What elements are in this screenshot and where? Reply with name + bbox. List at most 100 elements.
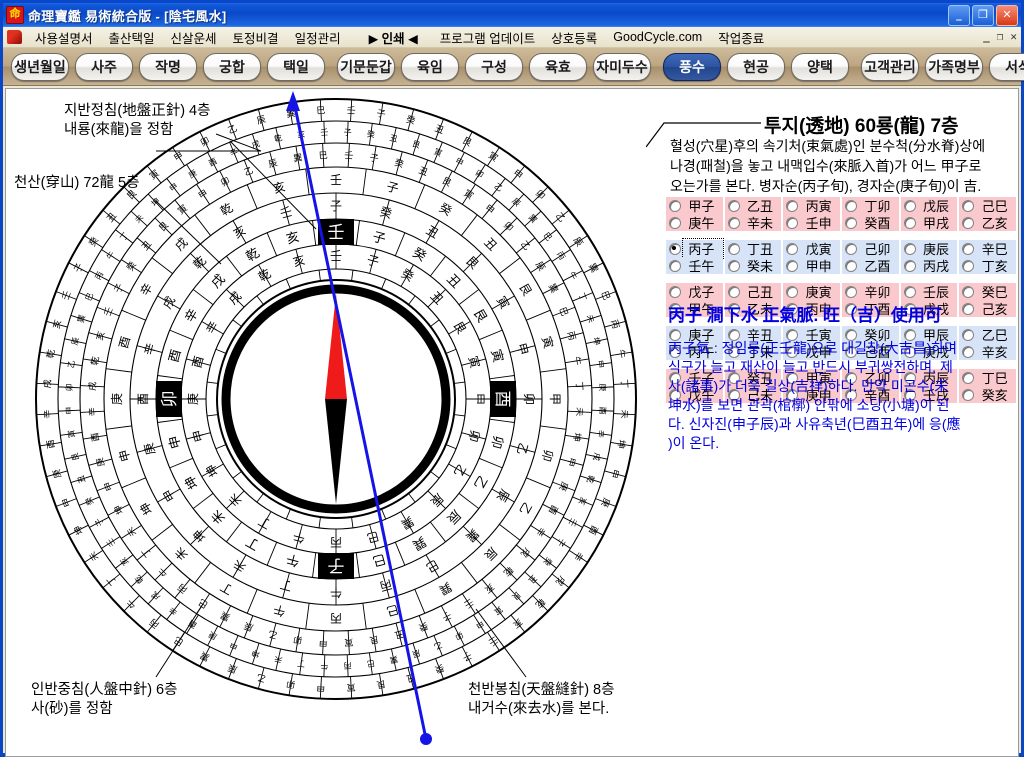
sexagenary-option-己巳[interactable]: 己巳 bbox=[959, 197, 1017, 214]
svg-text:酉: 酉 bbox=[136, 393, 150, 405]
sexagenary-option-戊寅[interactable]: 戊寅 bbox=[783, 240, 841, 257]
sexagenary-option-庚辰[interactable]: 庚辰 bbox=[900, 240, 958, 257]
radio-icon[interactable] bbox=[669, 285, 681, 298]
radio-icon[interactable] bbox=[845, 285, 858, 298]
radio-icon[interactable] bbox=[903, 259, 916, 272]
menu-item-update[interactable]: 프로그램 업데이트 bbox=[426, 28, 543, 47]
tab-family[interactable]: 가족명부 bbox=[925, 52, 983, 81]
sexagenary-option-丙寅[interactable]: 丙寅 bbox=[783, 197, 841, 214]
radio-icon[interactable] bbox=[669, 242, 681, 255]
sexagenary-option-癸未[interactable]: 癸未 bbox=[724, 257, 782, 274]
radio-icon[interactable] bbox=[727, 285, 740, 298]
mdi-restore-button[interactable]: ❐ bbox=[997, 30, 1004, 43]
tab-compat[interactable]: 궁합 bbox=[203, 52, 261, 81]
sexagenary-option-辛卯[interactable]: 辛卯 bbox=[842, 283, 899, 300]
radio-icon[interactable] bbox=[903, 216, 916, 229]
tab-naming[interactable]: 작명 bbox=[139, 52, 197, 81]
sexagenary-option-丁丑[interactable]: 丁丑 bbox=[724, 240, 782, 257]
maximize-button[interactable]: ❐ bbox=[972, 5, 994, 26]
sexagenary-option-丙戌[interactable]: 丙戌 bbox=[900, 257, 958, 274]
menu-item-manual[interactable]: 사용설명서 bbox=[27, 28, 101, 47]
radio-icon[interactable] bbox=[727, 242, 740, 255]
radio-icon[interactable] bbox=[962, 302, 975, 315]
sexagenary-option-丁亥[interactable]: 丁亥 bbox=[959, 257, 1017, 274]
sexagenary-option-辛巳[interactable]: 辛巳 bbox=[959, 240, 1017, 257]
luopan-compass-panel[interactable]: 壬子癸丑艮寅甲卯乙辰巽巳丙午丁未坤申庚酉辛戌乾亥子癸丑艮寅甲卯乙辰巽巳丙午丁未坤… bbox=[6, 89, 666, 756]
radio-icon[interactable] bbox=[962, 216, 975, 229]
svg-text:壬: 壬 bbox=[346, 105, 356, 116]
radio-icon[interactable] bbox=[845, 242, 858, 255]
radio-icon[interactable] bbox=[903, 285, 916, 298]
sexagenary-option-辛未[interactable]: 辛未 bbox=[724, 214, 782, 231]
sexagenary-option-己丑[interactable]: 己丑 bbox=[724, 283, 782, 300]
tab-hyeongong[interactable]: 현공 bbox=[727, 52, 785, 81]
sexagenary-option-庚午[interactable]: 庚午 bbox=[666, 214, 723, 231]
radio-icon[interactable] bbox=[669, 199, 681, 212]
menu-item-print[interactable]: ▶ 인쇄 ◀ bbox=[349, 28, 426, 47]
tab-birthdate[interactable]: 생년월일 bbox=[11, 52, 69, 81]
sexagenary-option-乙亥[interactable]: 乙亥 bbox=[959, 214, 1017, 231]
sexagenary-option-庚寅[interactable]: 庚寅 bbox=[783, 283, 841, 300]
tab-customers[interactable]: 고객관리 bbox=[861, 52, 919, 81]
radio-icon[interactable] bbox=[903, 242, 916, 255]
tab-guseong[interactable]: 구성 bbox=[465, 52, 523, 81]
sexagenary-option-乙酉[interactable]: 乙酉 bbox=[842, 257, 899, 274]
radio-icon[interactable] bbox=[786, 285, 799, 298]
sexagenary-option-己卯[interactable]: 己卯 bbox=[842, 240, 899, 257]
radio-icon[interactable] bbox=[962, 285, 975, 298]
sexagenary-option-丙子[interactable]: 丙子 bbox=[666, 238, 724, 259]
sexagenary-option-癸酉[interactable]: 癸酉 bbox=[842, 214, 899, 231]
radio-icon[interactable] bbox=[962, 199, 975, 212]
tab-forms[interactable]: 서식 bbox=[989, 52, 1024, 81]
mdi-close-button[interactable]: ✕ bbox=[1010, 30, 1017, 43]
detail-panel: 투지(透地) 60룡(龍) 7층 혈성(穴星)후의 속기처(束氣處)인 분수척(… bbox=[646, 89, 1018, 756]
radio-icon[interactable] bbox=[727, 259, 740, 272]
menu-item-fortune[interactable]: 신살운세 bbox=[163, 28, 225, 47]
tab-datepick[interactable]: 택일 bbox=[267, 52, 325, 81]
sexagenary-option-戊子[interactable]: 戊子 bbox=[666, 283, 723, 300]
menu-item-tojeong[interactable]: 토정비결 bbox=[225, 28, 287, 47]
tab-gimun[interactable]: 기문둔갑 bbox=[337, 52, 395, 81]
radio-icon[interactable] bbox=[727, 216, 740, 229]
sexagenary-option-丁卯[interactable]: 丁卯 bbox=[842, 197, 899, 214]
radio-icon[interactable] bbox=[786, 259, 799, 272]
radio-icon[interactable] bbox=[786, 242, 799, 255]
radio-icon[interactable] bbox=[727, 199, 740, 212]
sexagenary-option-壬申[interactable]: 壬申 bbox=[783, 214, 841, 231]
radio-icon[interactable] bbox=[845, 216, 858, 229]
menu-item-register[interactable]: 상호등록 bbox=[543, 28, 605, 47]
sexagenary-option-壬辰[interactable]: 壬辰 bbox=[900, 283, 958, 300]
radio-icon[interactable] bbox=[962, 259, 975, 272]
tab-jamidusu[interactable]: 자미두수 bbox=[593, 52, 651, 81]
menu-item-schedule[interactable]: 일정관리 bbox=[287, 28, 349, 47]
radio-icon[interactable] bbox=[962, 242, 975, 255]
radio-icon[interactable] bbox=[669, 216, 681, 229]
sexagenary-option-甲申[interactable]: 甲申 bbox=[783, 257, 841, 274]
menu-item-website[interactable]: GoodCycle.com bbox=[605, 30, 710, 44]
radio-icon[interactable] bbox=[903, 199, 916, 212]
sexagenary-option-戊辰[interactable]: 戊辰 bbox=[900, 197, 958, 214]
menu-item-birthdate[interactable]: 출산택일 bbox=[101, 28, 163, 47]
tab-yangtaek[interactable]: 양택 bbox=[791, 52, 849, 81]
svg-text:庚: 庚 bbox=[50, 468, 64, 480]
tab-saju[interactable]: 사주 bbox=[75, 52, 133, 81]
radio-icon[interactable] bbox=[669, 259, 681, 272]
radio-icon[interactable] bbox=[845, 199, 858, 212]
radio-icon[interactable] bbox=[786, 216, 799, 229]
minimize-button[interactable]: _ bbox=[948, 5, 970, 26]
radio-icon[interactable] bbox=[845, 259, 858, 272]
radio-icon[interactable] bbox=[786, 199, 799, 212]
sexagenary-option-癸巳[interactable]: 癸巳 bbox=[959, 283, 1017, 300]
mdi-minimize-button[interactable]: _ bbox=[983, 30, 990, 43]
sexagenary-option-甲子[interactable]: 甲子 bbox=[666, 197, 723, 214]
menu-item-exit[interactable]: 작업종료 bbox=[710, 28, 772, 47]
tab-pungsu[interactable]: 풍수 bbox=[663, 52, 721, 81]
tab-yukim[interactable]: 육임 bbox=[401, 52, 459, 81]
sexagenary-option-甲戌[interactable]: 甲戌 bbox=[900, 214, 958, 231]
svg-text:巳: 巳 bbox=[318, 150, 328, 161]
sexagenary-option-乙丑[interactable]: 乙丑 bbox=[724, 197, 782, 214]
close-button[interactable]: ✕ bbox=[996, 5, 1018, 26]
sexagenary-option-壬午[interactable]: 壬午 bbox=[666, 257, 723, 274]
sexagenary-option-己亥[interactable]: 己亥 bbox=[959, 300, 1017, 317]
tab-yukhyo[interactable]: 육효 bbox=[529, 52, 587, 81]
